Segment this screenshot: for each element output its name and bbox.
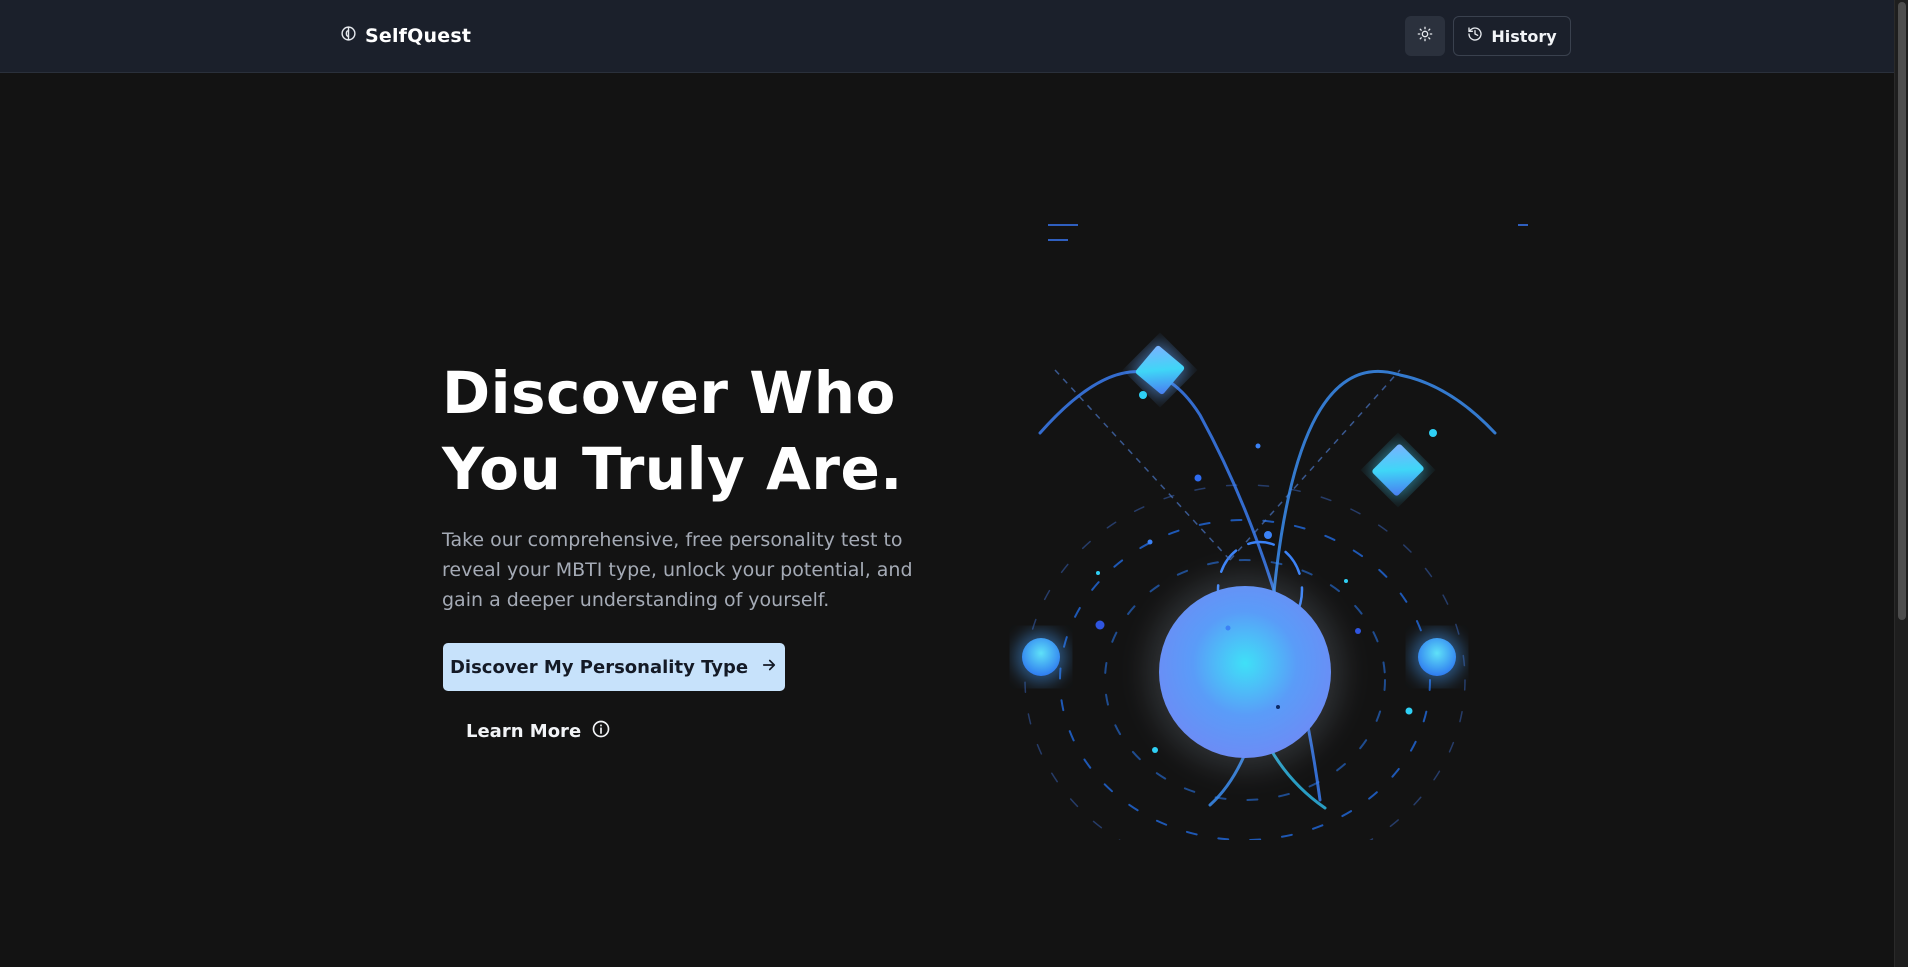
- info-icon: [591, 719, 611, 744]
- scrollbar-thumb[interactable]: [1898, 2, 1906, 620]
- side-orb-left: [1015, 631, 1067, 683]
- hero-subtitle: Take our comprehensive, free personality…: [442, 529, 913, 611]
- hero-title-line-1: Discover Who: [442, 359, 896, 427]
- hero-title: Discover Who You Truly Are.: [442, 355, 962, 507]
- decorative-dash-group: [1048, 224, 1528, 241]
- hero-illustration: [1015, 224, 1528, 840]
- secondary-cta-label: Learn More: [466, 720, 582, 742]
- brand-name: SelfQuest: [365, 25, 472, 47]
- hero-title-line-2: You Truly Are.: [442, 435, 903, 503]
- primary-cta-label: Discover My Personality Type: [449, 656, 749, 678]
- learn-more-button[interactable]: Learn More: [466, 716, 611, 746]
- sun-icon: [1417, 26, 1433, 46]
- history-icon: [1467, 26, 1483, 46]
- theme-toggle-button[interactable]: [1405, 16, 1445, 56]
- diamond-right: [1368, 440, 1428, 500]
- brand-logo[interactable]: SelfQuest: [340, 24, 471, 48]
- central-orb: [1159, 586, 1331, 758]
- arrow-right-icon: [760, 656, 778, 679]
- history-label: History: [1491, 26, 1557, 46]
- dashed-lines: [1054, 369, 1401, 561]
- history-button[interactable]: History: [1453, 16, 1571, 56]
- page-scrollbar[interactable]: [1894, 0, 1908, 967]
- discover-personality-button[interactable]: Discover My Personality Type: [443, 643, 785, 691]
- top-navbar: SelfQuest History: [0, 0, 1894, 73]
- brain-icon: [340, 25, 357, 47]
- side-orb-right: [1411, 631, 1463, 683]
